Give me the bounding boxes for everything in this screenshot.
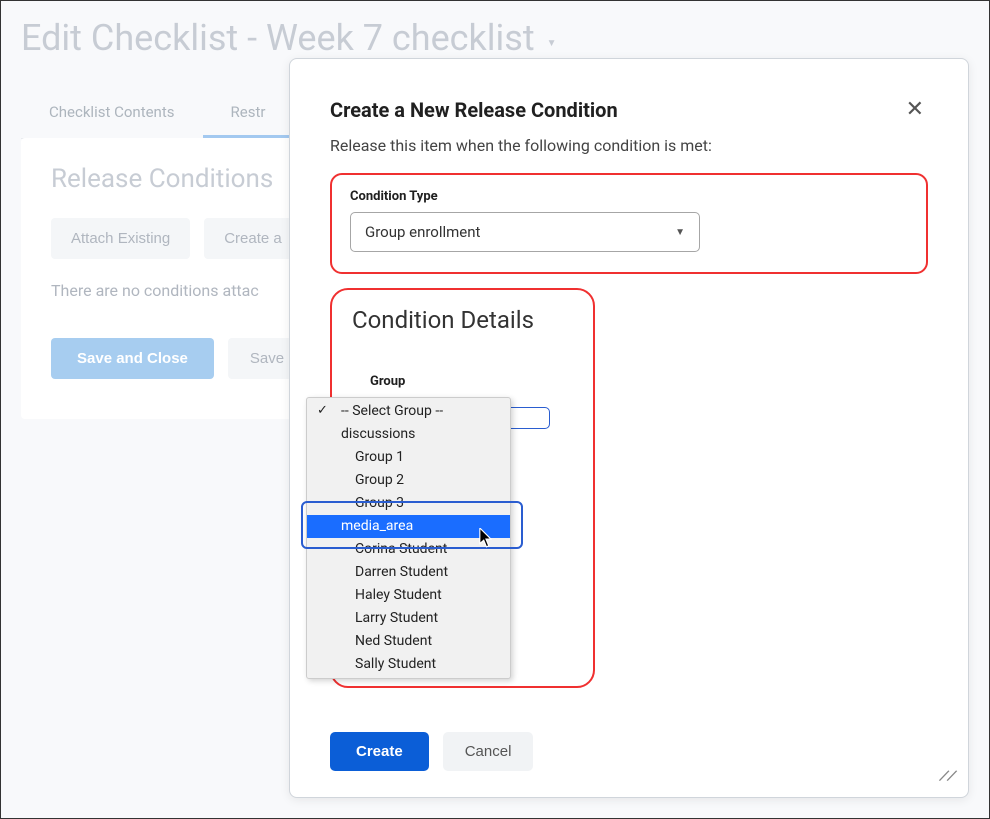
chevron-down-icon[interactable]: ▼ — [547, 38, 557, 49]
dd-option-media-area[interactable]: media_area — [307, 515, 510, 538]
close-icon[interactable]: ✕ — [902, 93, 928, 126]
group-label: Group — [370, 374, 573, 389]
modal-actions: Create Cancel — [330, 732, 533, 771]
modal-title: Create a New Release Condition — [330, 98, 618, 122]
save-and-close-button[interactable]: Save and Close — [51, 338, 214, 379]
dd-option-group-3[interactable]: Group 3 — [307, 492, 510, 515]
dd-option-discussions[interactable]: discussions — [307, 423, 510, 446]
condition-type-fieldset: Condition Type Group enrollment ▼ — [330, 173, 928, 274]
condition-details-heading: Condition Details — [352, 306, 573, 334]
condition-type-label: Condition Type — [350, 189, 908, 204]
tab-checklist-contents[interactable]: Checklist Contents — [21, 89, 203, 138]
resize-grip-icon[interactable]: ⁄⁄ — [939, 766, 958, 787]
create-and-attach-button[interactable]: Create a — [204, 218, 302, 259]
attach-existing-button[interactable]: Attach Existing — [51, 218, 190, 259]
modal-subtitle: Release this item when the following con… — [330, 136, 928, 155]
page-title-row: Edit Checklist - Week 7 checklist ▼ — [21, 17, 969, 59]
modal-header: Create a New Release Condition ✕ — [330, 93, 928, 126]
create-button[interactable]: Create — [330, 732, 429, 771]
dd-option-ned-student[interactable]: Ned Student — [307, 630, 510, 653]
condition-type-value: Group enrollment — [365, 223, 480, 241]
page-title: Edit Checklist - Week 7 checklist — [21, 17, 535, 59]
dd-option-corina-student[interactable]: Corina Student — [307, 538, 510, 561]
tab-restrictions[interactable]: Restr — [203, 89, 294, 138]
condition-type-select[interactable]: Group enrollment ▼ — [350, 212, 700, 252]
group-dropdown-panel[interactable]: -- Select Group -- discussions Group 1 G… — [306, 397, 511, 679]
dd-option-darren-student[interactable]: Darren Student — [307, 561, 510, 584]
dd-option-select-group[interactable]: -- Select Group -- — [307, 400, 510, 423]
dd-option-sally-student[interactable]: Sally Student — [307, 653, 510, 676]
dd-option-larry-student[interactable]: Larry Student — [307, 607, 510, 630]
cancel-button[interactable]: Cancel — [443, 732, 534, 771]
dd-option-haley-student[interactable]: Haley Student — [307, 584, 510, 607]
chevron-down-icon: ▼ — [675, 227, 685, 238]
dd-option-group-2[interactable]: Group 2 — [307, 469, 510, 492]
dd-option-group-1[interactable]: Group 1 — [307, 446, 510, 469]
